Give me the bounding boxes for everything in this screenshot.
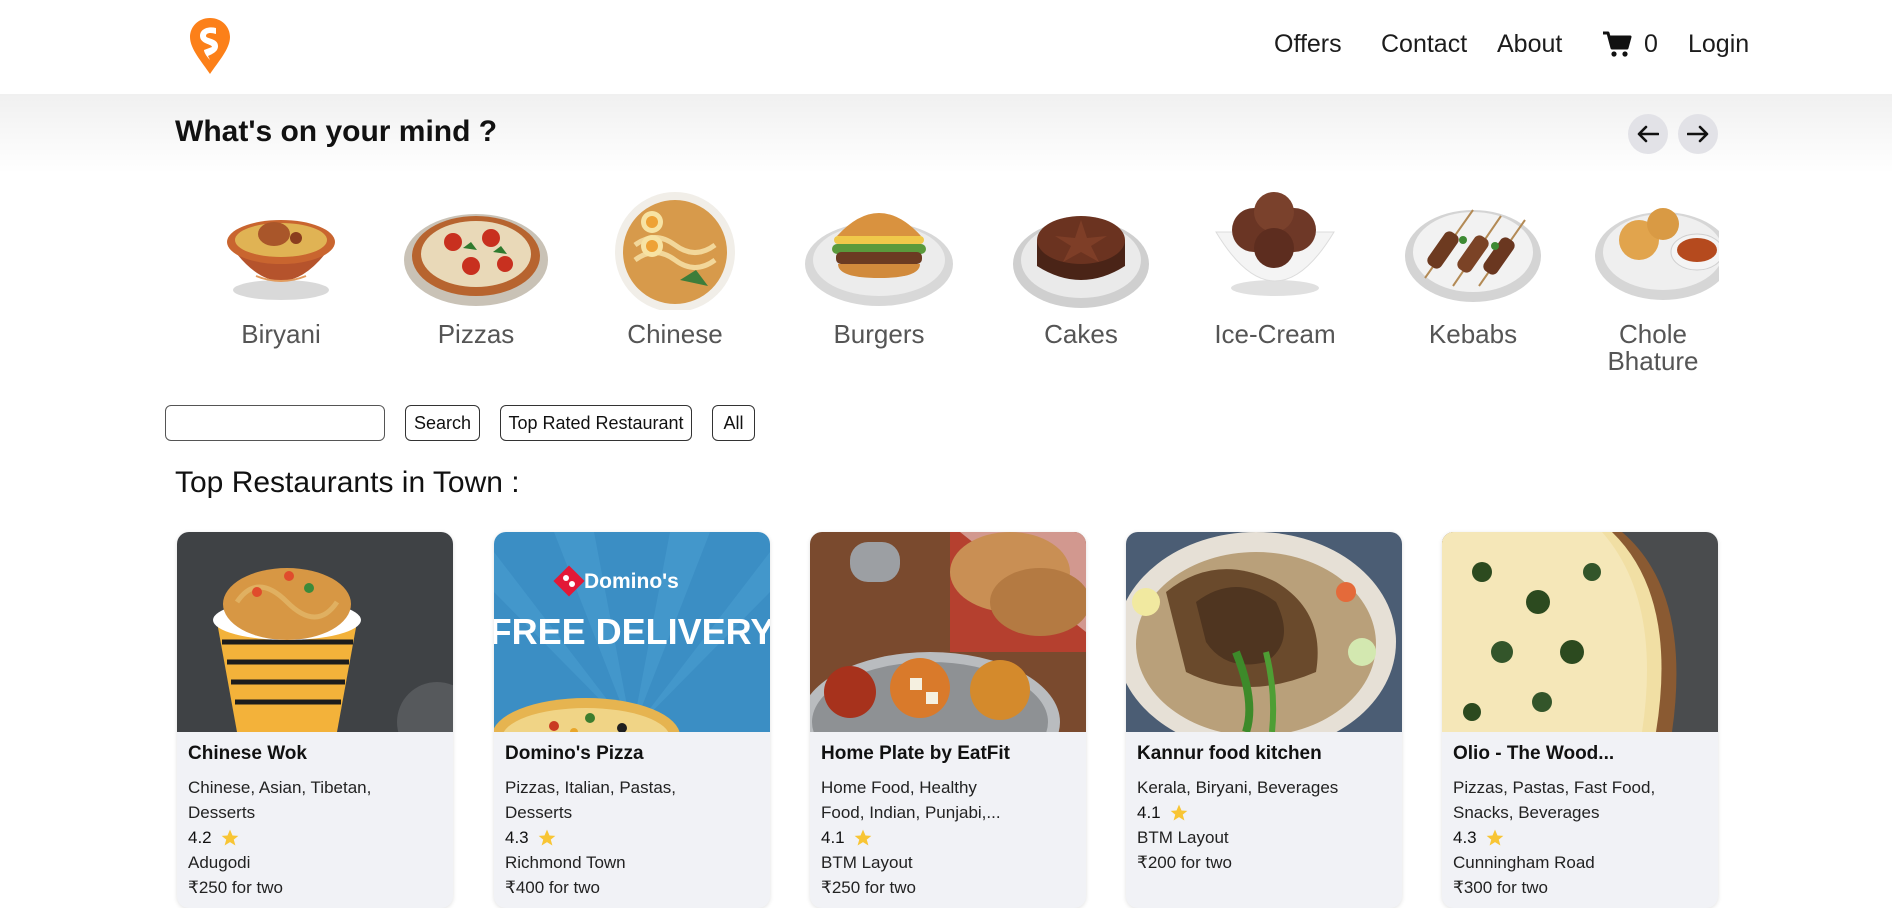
nav-contact[interactable]: Contact <box>1381 22 1467 66</box>
restaurant-cuisines: Chinese, Asian, Tibetan, <box>188 778 372 797</box>
restaurant-cuisines: Food, Indian, Punjabi,... <box>821 803 1001 822</box>
category-item-pizzas[interactable]: Pizzas <box>386 190 566 348</box>
cart-count: 0 <box>1644 29 1658 58</box>
cart-icon <box>1603 31 1632 57</box>
restaurant-cuisines: Kerala, Biryani, Beverages <box>1137 778 1339 797</box>
category-label: Ice-Cream <box>1214 319 1336 349</box>
rating-value: 4.1 <box>1137 803 1161 822</box>
rating-value: 4.3 <box>505 828 529 847</box>
category-item-burgers[interactable]: Burgers <box>789 190 969 348</box>
restaurant-name: Domino's Pizza <box>505 743 644 764</box>
category-label: Burgers <box>833 319 925 349</box>
star-icon <box>1170 804 1187 820</box>
restaurant-image <box>1442 532 1718 732</box>
arrow-left-icon <box>1637 125 1659 143</box>
restaurant-area: Adugodi <box>188 853 251 872</box>
category-label: Chole Bhature <box>1607 319 1699 376</box>
restaurant-name: Olio - The Wood... <box>1453 743 1615 764</box>
restaurant-cost: ₹200 for two <box>1137 853 1232 872</box>
category-label: Kebabs <box>1428 319 1518 349</box>
restaurant-rating: 4.1 <box>821 825 1075 850</box>
category-item-kebabs[interactable]: Kebabs <box>1383 190 1563 348</box>
category-item-biryani[interactable]: Biryani <box>191 190 371 348</box>
restaurant-card[interactable]: Olio - The Wood... Pizzas, Pastas, Fast … <box>1442 532 1718 908</box>
restaurant-image <box>177 532 453 732</box>
restaurant-name: Home Plate by EatFit <box>821 743 1010 764</box>
nav-login[interactable]: Login <box>1688 22 1749 66</box>
restaurant-image <box>1126 532 1402 732</box>
restaurant-image <box>810 532 1086 732</box>
carousel-next-button[interactable] <box>1678 114 1718 154</box>
category-label: Chinese <box>627 319 723 349</box>
search-input[interactable] <box>165 405 385 441</box>
image-brand-text: Domino's <box>584 570 679 593</box>
restaurant-area: BTM Layout <box>821 853 913 872</box>
restaurant-area: Richmond Town <box>505 853 626 872</box>
category-label: Cakes <box>1044 319 1118 349</box>
kebab-plate-icon <box>1405 209 1541 302</box>
restaurant-area: Cunningham Road <box>1453 853 1595 872</box>
pizza-icon <box>404 214 548 306</box>
restaurant-rating: 4.3 <box>1453 825 1707 850</box>
restaurant-cuisines: Pizzas, Italian, Pastas, <box>505 778 677 797</box>
restaurant-area: BTM Layout <box>1137 828 1229 847</box>
restaurant-rating: 4.3 <box>505 825 759 850</box>
all-button[interactable]: All <box>712 405 755 441</box>
nav-about[interactable]: About <box>1497 22 1562 66</box>
noodle-bowl-icon <box>615 192 735 312</box>
arrow-right-icon <box>1687 125 1709 143</box>
rating-value: 4.2 <box>188 828 212 847</box>
restaurant-cuisines: Desserts <box>505 803 573 822</box>
section-title-restaurants: Top Restaurants in Town : <box>175 466 520 499</box>
restaurant-image: Domino's FREE DELIVERY <box>494 532 770 732</box>
restaurant-card[interactable]: Kannur food kitchen Kerala, Biryani, Bev… <box>1126 532 1402 908</box>
restaurant-cost: ₹300 for two <box>1453 878 1548 897</box>
restaurant-cost: ₹250 for two <box>821 878 916 897</box>
restaurant-cuisines: Pizzas, Pastas, Fast Food, <box>1453 778 1656 797</box>
star-icon <box>538 829 555 845</box>
star-icon <box>854 829 871 845</box>
restaurant-cuisines: Snacks, Beverages <box>1453 803 1600 822</box>
star-icon <box>221 829 238 845</box>
search-button[interactable]: Search <box>405 405 480 441</box>
rating-value: 4.1 <box>821 828 845 847</box>
nav-offers[interactable]: Offers <box>1274 22 1342 66</box>
restaurant-name: Chinese Wok <box>188 743 307 764</box>
restaurant-card[interactable]: Chinese Wok Chinese, Asian, Tibetan, Des… <box>177 532 453 908</box>
rating-value: 4.3 <box>1453 828 1477 847</box>
restaurant-cuisines: Desserts <box>188 803 256 822</box>
swiggy-logo[interactable] <box>188 16 232 76</box>
section-title-mind: What's on your mind ? <box>175 115 498 148</box>
category-label: Pizzas <box>437 319 515 349</box>
category-carousel[interactable]: Biryani Pizzas Chinese Burgers Cakes Ice… <box>175 190 1719 390</box>
top-header: Offers Contact About 0 Login <box>0 0 1892 94</box>
category-item-chinese[interactable]: Chinese <box>585 190 765 348</box>
restaurant-cost: ₹250 for two <box>188 878 283 897</box>
category-item-cakes[interactable]: Cakes <box>991 190 1171 348</box>
category-label: Biryani <box>241 319 321 349</box>
restaurant-cuisines: Home Food, Healthy <box>821 778 977 797</box>
restaurant-rating: 4.1 <box>1137 800 1391 825</box>
restaurant-card[interactable]: Domino's FREE DELIVERY Domino's Pizza Pi… <box>494 532 770 908</box>
burger-icon <box>805 213 953 306</box>
ice-cream-bowl-icon <box>1215 192 1335 296</box>
restaurant-cost: ₹400 for two <box>505 878 600 897</box>
star-icon <box>1486 829 1503 845</box>
restaurant-card[interactable]: Home Plate by EatFit Home Food, Healthy … <box>810 532 1086 908</box>
chocolate-cake-icon <box>1013 216 1149 308</box>
restaurant-name: Kannur food kitchen <box>1137 743 1322 764</box>
category-item-chole-bhature[interactable]: Chole Bhature <box>1578 190 1719 375</box>
nav-cart[interactable]: 0 <box>1602 22 1658 66</box>
biryani-bowl-icon <box>227 220 335 300</box>
top-rated-button[interactable]: Top Rated Restaurant <box>500 405 692 441</box>
chole-bhature-icon <box>1595 208 1719 300</box>
image-banner-text: FREE DELIVERY <box>494 611 770 652</box>
carousel-prev-button[interactable] <box>1628 114 1668 154</box>
category-item-ice-cream[interactable]: Ice-Cream <box>1185 190 1365 348</box>
restaurant-rating: 4.2 <box>188 825 442 850</box>
